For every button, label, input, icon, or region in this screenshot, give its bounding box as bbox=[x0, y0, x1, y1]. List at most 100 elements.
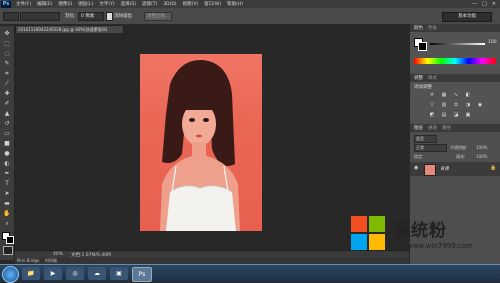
feather-label: 羽化: bbox=[65, 14, 76, 19]
gradient-map-icon[interactable]: ▣ bbox=[464, 112, 472, 118]
layer-kind-filter[interactable]: 类型 bbox=[414, 135, 437, 143]
blend-mode-select[interactable]: 正常 bbox=[414, 144, 447, 152]
menu-3d[interactable]: 3D(D) bbox=[163, 2, 176, 7]
refine-edge-button[interactable]: 调整边缘... bbox=[144, 12, 172, 21]
photo-filter-icon[interactable]: ◉ bbox=[476, 102, 484, 108]
menu-edit[interactable]: 编辑(E) bbox=[37, 1, 52, 7]
pen-tool-icon[interactable]: ✒ bbox=[3, 170, 11, 177]
selection-mode-icons[interactable] bbox=[20, 12, 60, 21]
invert-icon[interactable]: ◩ bbox=[428, 112, 436, 118]
watermark-title: 系统粉 bbox=[393, 221, 447, 241]
path-select-tool-icon[interactable]: ➤ bbox=[3, 190, 11, 197]
player-taskbar-icon[interactable]: ▶ bbox=[44, 267, 62, 280]
menu-select[interactable]: 选择(S) bbox=[121, 1, 136, 7]
tab-layers[interactable]: 图层 bbox=[414, 125, 423, 131]
options-bar: 羽化: 0 像素 消除锯齿 调整边缘... 基本功能 bbox=[0, 8, 500, 25]
maximize-button[interactable]: □ bbox=[482, 1, 487, 7]
bg-color-chip[interactable] bbox=[418, 42, 427, 51]
lock-icon: 🔒 bbox=[490, 165, 497, 171]
marquee-tool-icon[interactable]: ⬚ bbox=[3, 40, 11, 47]
menu-type[interactable]: 文字(Y) bbox=[99, 1, 114, 7]
menu-bar: Ps 文件(F) 编辑(E) 图像(I) 图层(L) 文字(Y) 选择(S) 滤… bbox=[0, 0, 500, 8]
adjust-panel-tabs: 调整 样式 bbox=[410, 74, 500, 82]
menu-help[interactable]: 帮助(H) bbox=[227, 1, 243, 7]
curves-icon[interactable]: ∿ bbox=[452, 92, 460, 98]
brush-tool-icon[interactable]: ✐ bbox=[3, 100, 11, 107]
start-button[interactable] bbox=[2, 266, 19, 283]
slider-value[interactable]: 100 bbox=[488, 40, 497, 45]
hand-tool-icon[interactable]: ✋ bbox=[3, 210, 11, 217]
eye-icon[interactable]: ◉ bbox=[414, 165, 418, 171]
windows-logo-blue bbox=[351, 234, 367, 250]
menu-window[interactable]: 窗口(W) bbox=[204, 1, 221, 7]
layer-row-background[interactable]: ◉ 背景 🔒 bbox=[410, 162, 500, 176]
eyedropper-tool-icon[interactable]: ⁄ bbox=[3, 80, 11, 87]
tab-paths[interactable]: 路径 bbox=[442, 125, 451, 131]
tab-styles[interactable]: 样式 bbox=[428, 75, 437, 81]
background-color-swatch[interactable] bbox=[6, 236, 14, 244]
eraser-tool-icon[interactable]: ▭ bbox=[3, 130, 11, 137]
vibrance-icon[interactable]: ▽ bbox=[428, 102, 436, 108]
color-panel: 100 bbox=[410, 32, 500, 70]
menu-file[interactable]: 文件(F) bbox=[16, 1, 31, 7]
close-button[interactable]: ✕ bbox=[492, 1, 496, 7]
document-canvas[interactable] bbox=[140, 54, 262, 231]
shape-tool-icon[interactable]: ▬ bbox=[3, 200, 11, 207]
app-taskbar-icon[interactable]: ▣ bbox=[110, 267, 128, 280]
adjustments-panel: 添加调整 ☀ ▦ ∿ ◧ ▽ ▥ ⚖ ◑ ◉ ◩ ▤ ◪ ▣ bbox=[410, 82, 500, 120]
blur-tool-icon[interactable]: ● bbox=[3, 150, 11, 157]
tool-preset-picker[interactable] bbox=[3, 12, 19, 21]
tools-panel: ✥ ⬚ ◌ ✎ ⌗ ⁄ ✚ ✐ ▲ ↺ ▭ ■ ● ◐ ✒ T ➤ ▬ ✋ ⌕ bbox=[0, 26, 15, 260]
color-panel-tabs: 颜色 色板 bbox=[410, 24, 500, 32]
mini-bridge-tab[interactable]: Mini Bridge bbox=[17, 258, 40, 263]
menu-image[interactable]: 图像(I) bbox=[58, 1, 72, 7]
stamp-tool-icon[interactable]: ▲ bbox=[3, 110, 11, 117]
menu-filter[interactable]: 滤镜(T) bbox=[142, 1, 157, 7]
quick-select-tool-icon[interactable]: ✎ bbox=[3, 60, 11, 67]
black-white-icon[interactable]: ◑ bbox=[464, 102, 472, 108]
opacity-value[interactable]: 100% bbox=[476, 145, 487, 150]
move-tool-icon[interactable]: ✥ bbox=[3, 30, 11, 37]
color-balance-icon[interactable]: ⚖ bbox=[452, 102, 460, 108]
cloud-taskbar-icon[interactable]: ☁ bbox=[88, 267, 106, 280]
history-brush-tool-icon[interactable]: ↺ bbox=[3, 120, 11, 127]
color-slider[interactable] bbox=[430, 43, 485, 45]
threshold-icon[interactable]: ◪ bbox=[452, 112, 460, 118]
menu-view[interactable]: 视图(V) bbox=[183, 1, 199, 7]
windows-logo-yellow bbox=[369, 234, 385, 250]
browser-taskbar-icon[interactable]: ◎ bbox=[66, 267, 84, 280]
layer-name[interactable]: 背景 bbox=[440, 166, 449, 172]
zoom-tool-icon[interactable]: ⌕ bbox=[3, 220, 11, 227]
menu-layer[interactable]: 图层(L) bbox=[78, 1, 93, 7]
crop-tool-icon[interactable]: ⌗ bbox=[3, 70, 11, 77]
zoom-level[interactable]: 40% bbox=[53, 252, 63, 257]
color-spectrum[interactable] bbox=[414, 58, 496, 64]
explorer-taskbar-icon[interactable]: 📁 bbox=[22, 267, 40, 280]
hue-saturation-icon[interactable]: ▥ bbox=[440, 102, 448, 108]
exposure-icon[interactable]: ◧ bbox=[464, 92, 472, 98]
antialias-label: 消除锯齿 bbox=[114, 14, 132, 19]
antialias-checkbox[interactable] bbox=[106, 12, 113, 21]
opacity-label: 不透明度: bbox=[450, 145, 468, 150]
fill-value[interactable]: 100% bbox=[476, 154, 487, 159]
photoshop-taskbar-icon[interactable]: Ps bbox=[132, 267, 152, 282]
levels-icon[interactable]: ▦ bbox=[440, 92, 448, 98]
feather-input[interactable]: 0 像素 bbox=[78, 12, 104, 21]
brightness-icon[interactable]: ☀ bbox=[428, 92, 436, 98]
healing-tool-icon[interactable]: ✚ bbox=[3, 90, 11, 97]
posterize-icon[interactable]: ▤ bbox=[440, 112, 448, 118]
lasso-tool-icon[interactable]: ◌ bbox=[3, 50, 11, 57]
minimize-button[interactable]: — bbox=[472, 1, 477, 7]
tab-channels[interactable]: 通道 bbox=[428, 125, 437, 131]
watermark-url: www.win7999.com bbox=[407, 242, 473, 250]
fill-label: 填充: bbox=[456, 154, 466, 159]
tab-adjustments[interactable]: 调整 bbox=[414, 75, 423, 81]
dodge-tool-icon[interactable]: ◐ bbox=[3, 160, 11, 167]
quick-mask-button[interactable] bbox=[3, 246, 13, 255]
workspace-switcher[interactable]: 基本功能 bbox=[442, 12, 492, 22]
tab-color[interactable]: 颜色 bbox=[414, 25, 423, 31]
tab-swatches[interactable]: 色板 bbox=[428, 25, 437, 31]
type-tool-icon[interactable]: T bbox=[3, 180, 11, 187]
site-watermark: 系统粉 www.win7999.com bbox=[345, 210, 500, 270]
gradient-tool-icon[interactable]: ■ bbox=[3, 140, 11, 147]
